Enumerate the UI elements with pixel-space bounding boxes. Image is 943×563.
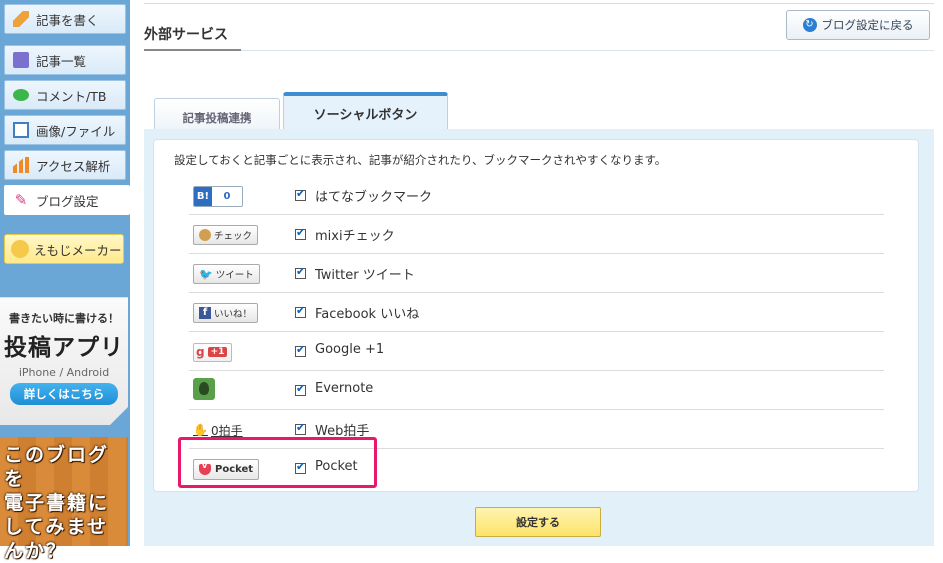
- save-settings-button[interactable]: 設定する: [475, 507, 601, 537]
- image-icon: [13, 122, 29, 138]
- sidebar-item-write-article[interactable]: 記事を書く: [4, 4, 126, 34]
- list-item-evernote: Evernote: [189, 371, 884, 410]
- list-item-twitter: 🐦ツイート Twitter ツイート: [189, 254, 884, 293]
- app-ad-tagline: 書きたい時に書ける！: [9, 312, 119, 325]
- facebook-badge-text: いいね！: [214, 309, 253, 320]
- app-ad-banner[interactable]: 書きたい時に書ける！ 投稿アプリ iPhone / Android 詳しくはこち…: [0, 297, 128, 425]
- evernote-icon: [193, 378, 215, 400]
- web-clap-badge: ✋ 0拍手: [193, 420, 243, 440]
- settings-panel: 設定しておくと記事ごとに表示され、記事が紹介されたり、ブックマークされやすくなり…: [144, 129, 934, 546]
- page-title: 外部サービス: [144, 27, 228, 43]
- evernote-checkbox[interactable]: [295, 382, 306, 396]
- twitter-tweet-badge: 🐦 ツイート: [193, 264, 260, 284]
- list-item-facebook: fいいね！ Facebook いいね: [189, 293, 884, 332]
- facebook-checkbox[interactable]: [295, 304, 306, 318]
- service-label: Google +1: [315, 342, 385, 357]
- sidebar-item-images[interactable]: 画像/ファイル: [4, 115, 126, 145]
- emoji-maker-label: えもじメーカー: [34, 242, 122, 258]
- google-plus-checkbox[interactable]: [295, 343, 306, 357]
- pencil-icon: [13, 11, 29, 27]
- evernote-badge: [193, 378, 215, 400]
- list-item-google-plus: g+1 Google +1: [189, 332, 884, 371]
- title-underline: [144, 49, 241, 51]
- mixi-badge-text: チェック: [214, 231, 253, 242]
- facebook-like-badge: f いいね！: [193, 303, 259, 323]
- service-label: Web拍手: [315, 424, 370, 439]
- twitter-checkbox[interactable]: [295, 265, 306, 279]
- facebook-icon: f: [199, 307, 211, 319]
- hatena-checkbox[interactable]: [295, 187, 306, 201]
- back-to-blog-settings-button[interactable]: ↻ ブログ設定に戻る: [786, 10, 930, 40]
- service-label: はてなブックマーク: [315, 190, 433, 205]
- list-item-hatena: B! 0 はてなブックマーク: [189, 176, 884, 215]
- page-curl-decoration: [110, 407, 128, 425]
- top-divider: [144, 0, 934, 4]
- sidebar-item-label: ブログ設定: [36, 193, 99, 209]
- mixi-icon: [199, 229, 211, 241]
- tab-social-buttons[interactable]: ソーシャルボタン: [283, 92, 448, 130]
- service-label: Twitter ツイート: [315, 268, 415, 283]
- pocket-checkbox[interactable]: [295, 460, 306, 474]
- google-g-icon: g: [196, 345, 205, 359]
- title-divider: [144, 50, 934, 51]
- clap-count-link[interactable]: 0拍手: [211, 422, 243, 439]
- bar-chart-icon: [13, 157, 29, 173]
- emoji-face-icon: [11, 240, 29, 258]
- ebook-ad-line: してみませ: [4, 516, 108, 538]
- service-label: mixiチェック: [315, 229, 395, 244]
- sidebar-item-article-list[interactable]: 記事一覧: [4, 45, 126, 75]
- sidebar-item-label: 画像/ファイル: [36, 123, 116, 139]
- app-ad-platforms: iPhone / Android: [18, 366, 110, 379]
- tab-article-posting[interactable]: 記事投稿連携: [154, 98, 280, 130]
- pocket-badge-text: Pocket: [215, 463, 254, 475]
- sidebar-item-label: 記事を書く: [36, 12, 99, 28]
- panel-description: 設定しておくと記事ごとに表示され、記事が紹介されたり、ブックマークされやすくなり…: [174, 153, 667, 167]
- ebook-ad-line: 電子書籍に: [4, 492, 110, 514]
- sidebar-item-label: 記事一覧: [36, 53, 87, 69]
- ebook-ad-banner[interactable]: このブログを 電子書籍に してみませ んか？: [0, 437, 128, 562]
- emoji-maker-button[interactable]: えもじメーカー: [4, 234, 124, 264]
- speech-bubble-icon: [13, 89, 29, 101]
- sidebar-item-comments[interactable]: コメント/TB: [4, 80, 126, 110]
- social-buttons-list: 設定しておくと記事ごとに表示され、記事が紹介されたり、ブックマークされやすくなり…: [153, 139, 919, 492]
- plus-one-text: +1: [207, 347, 228, 357]
- mixi-checkbox[interactable]: [295, 226, 306, 240]
- sidebar-item-analytics[interactable]: アクセス解析: [4, 150, 126, 180]
- hatena-b-icon: B!: [194, 186, 212, 206]
- twitter-bird-icon: 🐦: [199, 267, 213, 281]
- service-label: Facebook いいね: [315, 307, 420, 322]
- ebook-ad-line: このブログを: [4, 444, 110, 490]
- service-label: Pocket: [315, 459, 358, 474]
- hatena-count: 0: [212, 186, 242, 206]
- pocket-badge: Pocket: [193, 458, 260, 480]
- wrench-icon: ✎: [14, 191, 28, 209]
- service-label: Evernote: [315, 381, 374, 396]
- web-clap-checkbox[interactable]: [295, 421, 306, 435]
- app-ad-title: 投稿アプリ: [4, 335, 124, 361]
- twitter-badge-text: ツイート: [215, 270, 254, 281]
- app-ad-details-button[interactable]: 詳しくはこちら: [9, 383, 119, 405]
- sidebar-item-label: アクセス解析: [36, 158, 111, 174]
- main-content: 外部サービス ↻ ブログ設定に戻る 記事投稿連携 ソーシャルボタン 設定しておく…: [130, 0, 943, 546]
- sidebar-item-blog-settings[interactable]: ✎ ブログ設定: [4, 185, 130, 215]
- pocket-icon: [199, 461, 211, 475]
- ebook-ad-line: んか？: [4, 540, 68, 562]
- sidebar: 記事を書く 記事一覧 コメント/TB 画像/ファイル アクセス解析 ✎ ブログ設…: [0, 0, 130, 562]
- back-button-label: ブログ設定に戻る: [821, 18, 914, 32]
- document-icon: [13, 52, 29, 68]
- clap-hand-icon: ✋: [193, 423, 208, 437]
- back-arrow-icon: ↻: [802, 18, 817, 32]
- sidebar-item-label: コメント/TB: [36, 88, 107, 104]
- list-item-web-clap: ✋0拍手 Web拍手: [189, 410, 884, 449]
- hatena-bookmark-badge: B! 0: [193, 185, 243, 207]
- mixi-check-badge: チェック: [193, 225, 259, 245]
- list-item-mixi: チェック mixiチェック: [189, 215, 884, 254]
- list-item-pocket: Pocket Pocket: [189, 449, 884, 488]
- google-plus-badge: g +1: [193, 342, 233, 362]
